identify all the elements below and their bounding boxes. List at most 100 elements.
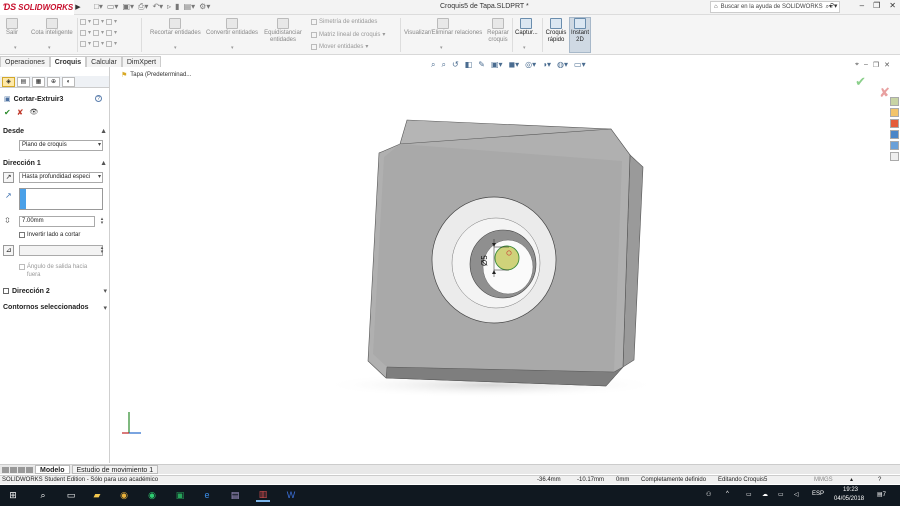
desde-select[interactable]: Plano de croquis ▾ xyxy=(19,140,103,151)
language-indicator[interactable]: ESP xyxy=(812,491,824,497)
reverse-direction-icon[interactable]: ↗ xyxy=(3,172,14,183)
search-icon[interactable]: ⌕ xyxy=(36,488,50,502)
help-icon[interactable]: ? xyxy=(878,476,881,484)
draft-spinner-icon[interactable]: ▴ ▾ xyxy=(96,246,108,255)
exit-sketch-button[interactable]: Salir xyxy=(6,18,18,37)
open-icon[interactable]: ▭▾ xyxy=(107,2,119,12)
move-entities-button[interactable]: Mover entidades ▾ xyxy=(311,43,368,50)
contornos-section-header[interactable]: Contornos seleccionados ▾ xyxy=(3,304,107,312)
linear-pattern-button[interactable]: Matriz lineal de croquis ▾ xyxy=(311,31,385,38)
flip-side-checkbox[interactable]: Invertir lado a cortar xyxy=(19,232,80,238)
save-icon[interactable]: ▣▾ xyxy=(122,2,134,12)
clock-time[interactable]: 19:23 xyxy=(843,487,858,493)
confirm-cancel-icon[interactable]: ✘ xyxy=(879,85,890,101)
file-explorer-icon[interactable] xyxy=(890,119,899,128)
configuration-manager-tab-icon[interactable]: ▦ xyxy=(32,77,45,87)
task-view-icon[interactable]: ▭ xyxy=(64,488,78,502)
edge-icon[interactable]: e xyxy=(200,488,214,502)
circle-tool[interactable]: ▾ ▾ ▾ xyxy=(80,40,117,47)
tab-dimxpert[interactable]: DimXpert xyxy=(121,56,162,67)
trim-entities-button[interactable]: Recortar entidades xyxy=(150,18,201,37)
instant-2d-button[interactable]: Instant 2D xyxy=(570,18,590,44)
capture-dropdown-icon[interactable]: ▾ xyxy=(523,45,526,51)
sketch-circle[interactable] xyxy=(494,245,520,271)
graphics-area[interactable]: ⌕ ⌕ ↺ ◧ ✎ ▣▾ ◼▾ ◎▾ ◑▾ ◍▾ ▭▾ ⌖ – ❐ ✕ ⚑ Ta… xyxy=(111,60,900,463)
help-icon[interactable]: ? xyxy=(95,95,102,102)
notifications-icon[interactable]: ▤7 xyxy=(877,491,886,498)
part-model[interactable]: Ø5 xyxy=(111,67,900,463)
tray-app-icon[interactable]: ▭ xyxy=(746,491,752,498)
rectangle-tool[interactable]: ▾ ▾ ▾ xyxy=(80,29,117,36)
collapse-icon[interactable]: ▲ xyxy=(100,128,107,135)
direction-selection-box[interactable] xyxy=(19,188,103,210)
feature-manager-tab-icon[interactable]: ◈ xyxy=(2,77,15,87)
minimize-icon[interactable]: – xyxy=(860,1,864,10)
property-manager-tab-icon[interactable]: ▤ xyxy=(17,77,30,87)
help-icon[interactable]: ?▾ xyxy=(830,2,837,10)
menu-expand-icon[interactable]: ▶ xyxy=(74,0,82,15)
custom-properties-icon[interactable] xyxy=(890,152,899,161)
trim-dropdown-icon[interactable]: ▾ xyxy=(174,45,177,51)
draft-outward-checkbox[interactable]: Ángulo de salida hacia fuera xyxy=(19,263,99,279)
network-icon[interactable]: ☁ xyxy=(762,491,768,498)
close-icon[interactable]: ✕ xyxy=(889,1,896,10)
windows-start-icon[interactable]: ⊞ xyxy=(6,488,20,502)
end-condition-select[interactable]: Hasta profundidad especi ▾ xyxy=(19,172,103,183)
desde-section-header[interactable]: Desde ▲ xyxy=(3,128,107,135)
direccion2-section-header[interactable]: Dirección 2 ▾ xyxy=(3,287,107,295)
chrome-icon[interactable]: ◉ xyxy=(117,488,131,502)
units-selector[interactable]: MMGS xyxy=(814,476,833,484)
offset-entities-button[interactable]: Equidistanciar entidades xyxy=(264,18,302,44)
dimension-dropdown-icon[interactable]: ▾ xyxy=(48,45,51,51)
undo-icon[interactable]: ↶▾ xyxy=(152,2,163,12)
smart-dimension-button[interactable]: Cota inteligente xyxy=(31,18,73,37)
ok-check-icon[interactable]: ✔ xyxy=(4,108,11,117)
volume-icon[interactable]: ◁ xyxy=(794,491,799,498)
new-document-icon[interactable]: □▾ xyxy=(94,2,103,12)
depth-spinner-icon[interactable]: ▴ ▾ xyxy=(96,217,108,226)
line-tool[interactable]: ▾ ▾ ▾ xyxy=(80,18,117,25)
capture-button[interactable]: Captur... xyxy=(515,18,538,37)
confirm-ok-icon[interactable]: ✔ xyxy=(855,74,866,90)
direccion2-checkbox[interactable] xyxy=(3,288,9,294)
exit-dropdown-icon[interactable]: ▾ xyxy=(14,45,17,51)
file-explorer-icon[interactable]: ▰ xyxy=(90,488,104,502)
app-icon[interactable]: ▤ xyxy=(228,488,242,502)
tab-modelo[interactable]: Modelo xyxy=(35,465,70,474)
clock-date[interactable]: 04/05/2018 xyxy=(834,496,864,502)
dimxpert-manager-tab-icon[interactable]: ⊕ xyxy=(47,77,60,87)
cancel-x-icon[interactable]: ✘ xyxy=(17,108,24,117)
expand-icon[interactable]: ▾ xyxy=(103,304,107,312)
convert-dropdown-icon[interactable]: ▾ xyxy=(231,45,234,51)
repair-sketch-button[interactable]: Reparar croquis xyxy=(486,18,510,44)
diameter-dimension[interactable]: Ø5 xyxy=(480,255,489,266)
spotify-icon[interactable]: ◉ xyxy=(145,488,159,502)
status-options-icon[interactable]: ▴ xyxy=(850,476,853,484)
mirror-entities-button[interactable]: Simetría de entidades xyxy=(311,19,377,25)
select-icon[interactable]: ▹ xyxy=(167,2,171,12)
help-search-input[interactable]: Buscar en la ayuda de SOLIDWORKS xyxy=(721,4,823,10)
draft-toggle-icon[interactable]: ⊿ xyxy=(3,245,14,256)
excel-icon[interactable]: ▣ xyxy=(173,488,187,502)
options-icon[interactable]: ⚙▾ xyxy=(199,2,210,12)
tray-arrow-icon[interactable]: ^ xyxy=(726,491,729,497)
rapid-sketch-button[interactable]: Croquis rápido xyxy=(545,18,567,44)
preview-eye-icon[interactable]: 👁 xyxy=(29,108,38,117)
help-search-box[interactable]: ⌂ Buscar en la ayuda de SOLIDWORKS ⌕▾ xyxy=(710,1,840,13)
solidworks-logo[interactable]: ƊS SOLIDWORKS xyxy=(0,0,74,15)
tab-scroll-arrows[interactable] xyxy=(2,466,33,473)
solidworks-resources-icon[interactable] xyxy=(890,97,899,106)
relations-dropdown-icon[interactable]: ▾ xyxy=(440,45,443,51)
appearances-icon[interactable] xyxy=(890,141,899,150)
tab-croquis[interactable]: Croquis xyxy=(49,56,87,67)
design-library-icon[interactable] xyxy=(890,108,899,117)
print-icon[interactable]: ⎙▾ xyxy=(138,2,148,12)
tab-estudio-movimiento[interactable]: Estudio de movimiento 1 xyxy=(71,465,159,474)
display-manager-tab-icon[interactable]: ◐ xyxy=(62,77,75,87)
tab-calcular[interactable]: Calcular xyxy=(86,56,122,67)
solidworks-taskbar-icon[interactable]: ▥ xyxy=(256,488,270,502)
word-icon[interactable]: W xyxy=(284,488,298,502)
restore-icon[interactable]: ❐ xyxy=(873,1,880,10)
rebuild-icon[interactable]: ▮ xyxy=(175,2,179,12)
collapse-icon[interactable]: ▲ xyxy=(100,160,107,167)
